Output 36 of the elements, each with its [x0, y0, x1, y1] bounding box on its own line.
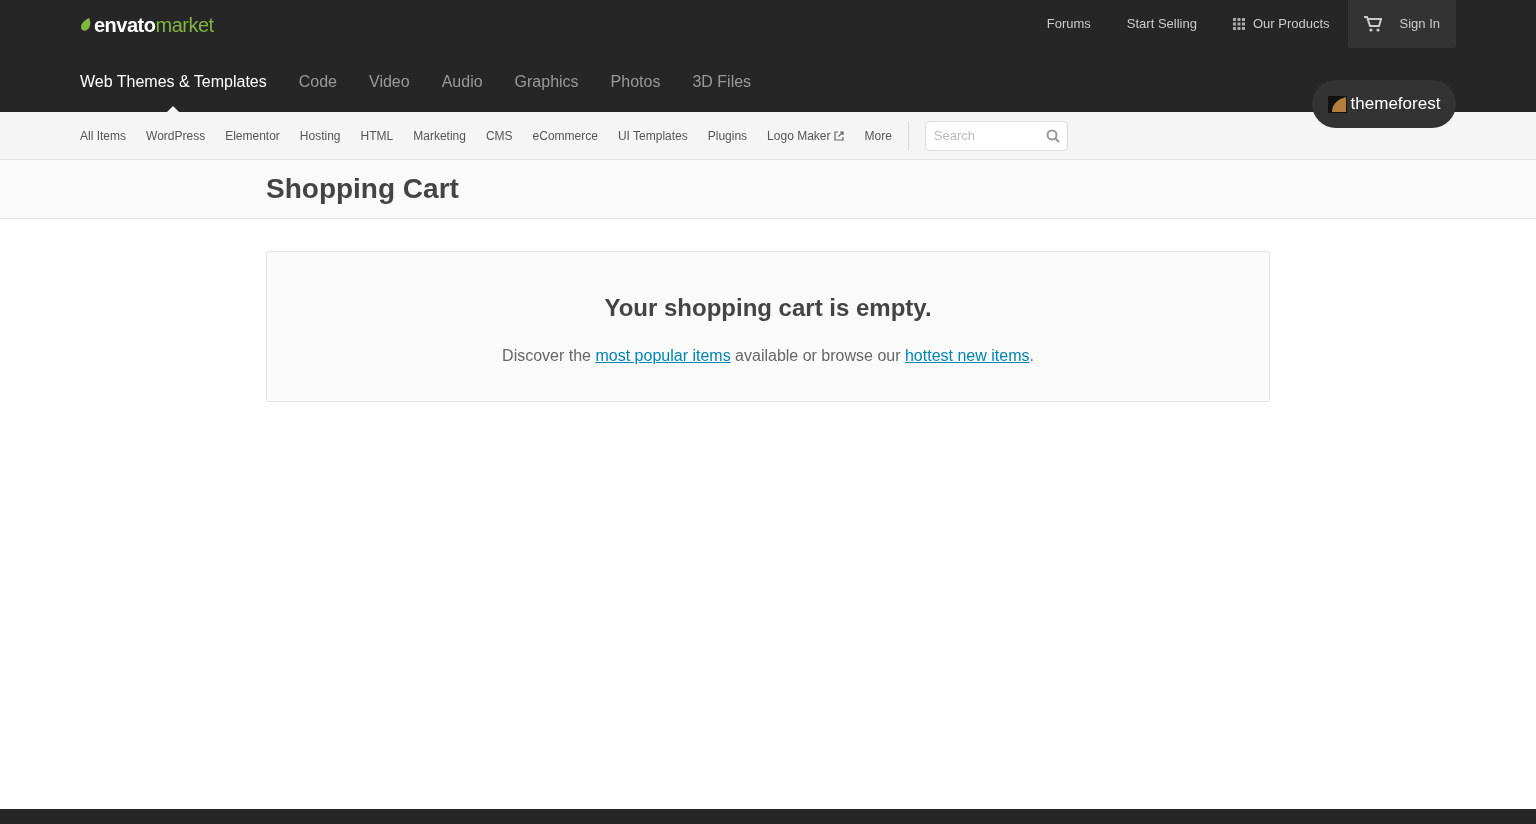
category-tab[interactable]: Graphics: [514, 70, 579, 112]
search-field[interactable]: Search: [924, 120, 1068, 151]
nav-link[interactable]: Start Selling: [1108, 0, 1215, 48]
external-link-icon: [834, 130, 845, 141]
subnav-link[interactable]: UI Templates: [617, 126, 688, 145]
subnav-link[interactable]: Hosting: [299, 126, 341, 145]
subnav-link[interactable]: Plugins: [707, 126, 748, 145]
subnav-link[interactable]: Marketing: [413, 126, 466, 145]
sign-in-button[interactable]: Sign In: [1347, 0, 1456, 48]
subnav-link[interactable]: WordPress: [146, 126, 206, 145]
cart-icon: [1363, 16, 1382, 32]
subnav-link[interactable]: All Items: [80, 126, 126, 145]
text-link[interactable]: hottest new items: [904, 347, 1030, 364]
site-badge[interactable]: themeforest: [1312, 80, 1456, 128]
category-tab[interactable]: Code: [298, 70, 337, 112]
subnav-link[interactable]: eCommerce: [532, 126, 598, 145]
empty-cart-heading: Your shopping cart is empty.: [604, 293, 932, 323]
logo[interactable]: envatomarket: [94, 14, 214, 36]
leaf-icon: [80, 18, 92, 32]
subnav-link[interactable]: CMS: [485, 126, 513, 145]
category-tab[interactable]: Audio: [441, 70, 483, 112]
nav-link[interactable]: Forums: [1028, 0, 1109, 48]
empty-cart-message: Discover the most popular items available or browse our hottest new items.: [502, 346, 1034, 366]
grid-icon: [1232, 18, 1245, 30]
page-title: Shopping Cart: [266, 172, 459, 206]
search-icon: [1045, 128, 1060, 143]
nav-link[interactable]: Our Products: [1214, 0, 1348, 48]
category-tab[interactable]: Video: [369, 70, 410, 112]
category-tab[interactable]: 3D Files: [692, 70, 752, 112]
text-link[interactable]: most popular items: [595, 347, 731, 364]
subnav-link[interactable]: HTML: [360, 126, 394, 145]
category-tab[interactable]: Photos: [610, 70, 661, 112]
subnav-link[interactable]: Logo Maker: [767, 126, 845, 145]
subnav-link[interactable]: More: [864, 126, 892, 145]
logo-icon: [1327, 95, 1347, 113]
subnav-link[interactable]: Elementor: [225, 126, 280, 145]
